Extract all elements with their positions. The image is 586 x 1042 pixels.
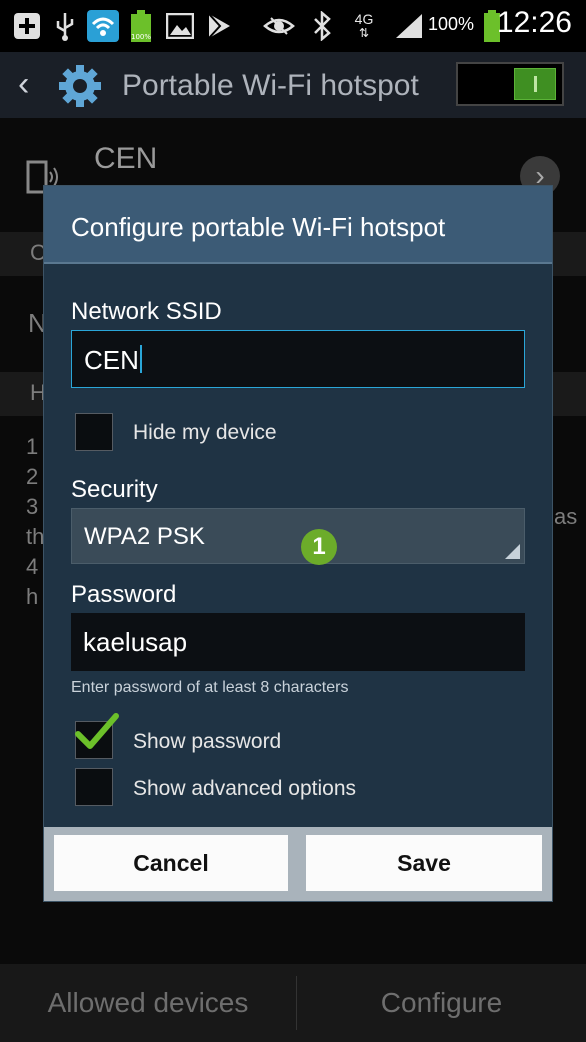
ssid-label: Network SSID	[71, 298, 222, 325]
page-title: Portable Wi-Fi hotspot	[122, 69, 419, 102]
settings-gear-icon	[58, 64, 102, 108]
ssid-input[interactable]: CEN	[71, 330, 525, 388]
play-store-icon	[204, 10, 234, 42]
show-password-label: Show password	[133, 730, 282, 753]
security-select[interactable]: WPA2 PSK 1	[71, 508, 525, 565]
hide-device-label: Hide my device	[133, 421, 277, 444]
show-password-checkbox[interactable]	[75, 713, 119, 759]
show-advanced-checkbox[interactable]	[75, 768, 113, 806]
eye-icon	[262, 10, 296, 42]
back-icon[interactable]: ‹	[18, 66, 29, 102]
clock: 12:26	[496, 6, 572, 39]
svg-text:100%: 100%	[131, 33, 151, 41]
battery-full-icon: 100%	[128, 10, 154, 42]
password-input-value: kaelusap	[83, 627, 188, 657]
list-text: 1	[26, 434, 39, 459]
status-bar: 100% 4G ⇅ 100% 12:26	[0, 0, 586, 52]
dialog-title: Configure portable Wi-Fi hotspot	[71, 212, 446, 242]
security-label: Security	[71, 476, 158, 503]
list-text: 4	[26, 554, 39, 579]
security-select-value: WPA2 PSK	[84, 523, 205, 550]
usb-icon	[50, 10, 80, 42]
add-box-icon	[10, 10, 44, 42]
allowed-devices-button[interactable]: Allowed devices	[0, 964, 296, 1042]
battery-percent: 100%	[428, 14, 475, 34]
list-text: th	[26, 524, 45, 549]
cancel-button[interactable]: Cancel	[54, 835, 288, 891]
password-helper-text: Enter password of at least 8 characters	[71, 679, 349, 696]
checkmark-icon	[75, 713, 119, 749]
list-text: h	[26, 584, 39, 609]
dialog-button-bar: Cancel Save	[44, 827, 552, 901]
dropdown-triangle-icon	[505, 544, 520, 559]
4g-icon: 4G ⇅	[354, 11, 374, 40]
hotspot-name[interactable]: CEN	[94, 142, 157, 176]
ssid-input-value: CEN	[84, 345, 139, 375]
list-text: 3	[26, 494, 39, 519]
save-button[interactable]: Save	[306, 835, 542, 891]
list-text: 2	[26, 464, 39, 489]
network-type-label: 4G	[354, 11, 374, 27]
password-input[interactable]: kaelusap	[71, 613, 525, 671]
show-advanced-label: Show advanced options	[133, 777, 356, 800]
signal-icon	[392, 10, 426, 42]
toggle-knob	[514, 68, 556, 100]
action-bar: ‹ Portable Wi-Fi hotspot	[0, 52, 586, 119]
bottom-bar: Allowed devices Configure	[0, 964, 586, 1042]
configure-button[interactable]: Configure	[297, 964, 586, 1042]
bluetooth-icon	[310, 10, 334, 42]
image-icon	[164, 10, 196, 42]
configure-hotspot-dialog: Configure portable Wi-Fi hotspot Network…	[43, 185, 553, 902]
password-label: Password	[71, 581, 177, 608]
hide-device-checkbox[interactable]	[75, 413, 113, 451]
hotspot-toggle[interactable]	[456, 62, 564, 106]
text-cursor	[139, 345, 142, 373]
annotation-badge: 1	[301, 529, 337, 565]
list-text: as	[554, 504, 578, 529]
ssid-input-value-wrap: CEN	[84, 345, 142, 376]
wifi-hotspot-icon	[86, 10, 120, 42]
dialog-header: Configure portable Wi-Fi hotspot	[44, 186, 552, 264]
